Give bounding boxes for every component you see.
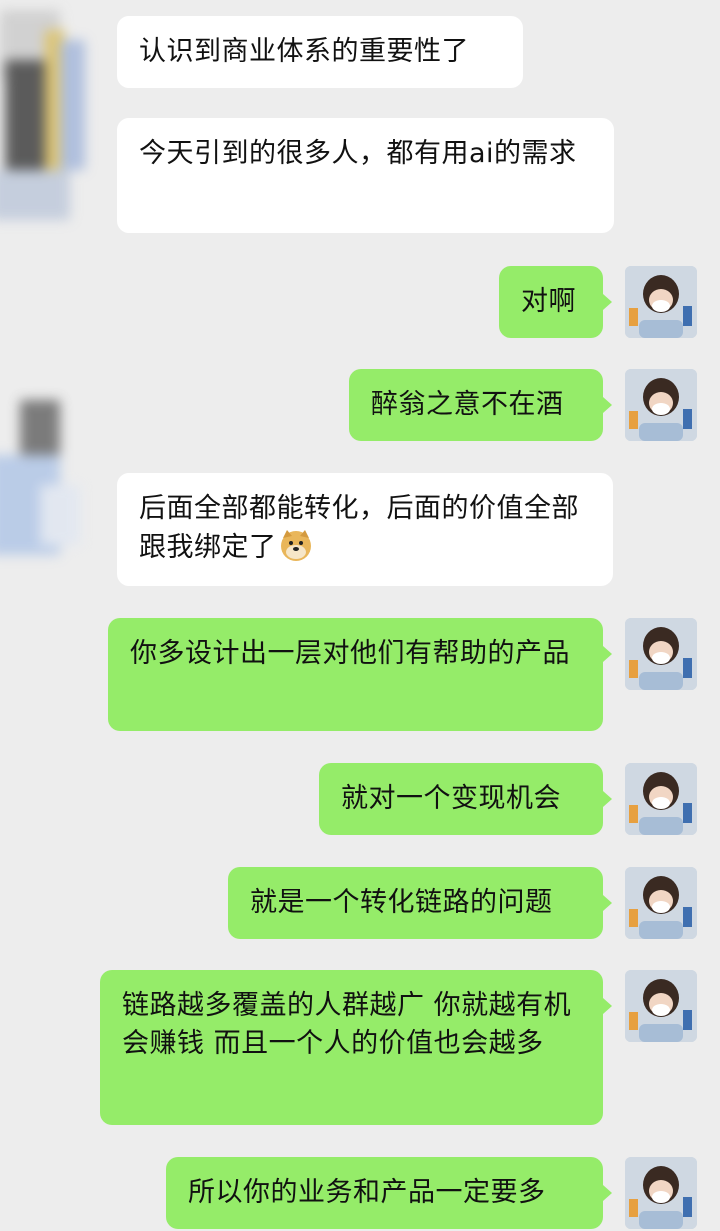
message-bubble-outgoing[interactable]: 醉翁之意不在酒 <box>349 369 603 441</box>
user-avatar-icon[interactable] <box>625 867 697 939</box>
bubble-tail <box>603 1185 612 1201</box>
message-text: 链路越多覆盖的人群越广 你就越有机会赚钱 而且一个人的价值也会越多 <box>122 990 572 1059</box>
user-avatar-icon[interactable] <box>625 763 697 835</box>
contact-avatar-icon <box>0 400 80 555</box>
message-bubble-outgoing[interactable]: 对啊 <box>499 266 603 338</box>
user-avatar-icon[interactable] <box>625 369 697 441</box>
bubble-tail <box>603 646 612 662</box>
message-text: 今天引到的很多人，都有用ai的需求 <box>139 138 577 169</box>
message-text: 认识到商业体系的重要性了 <box>139 36 469 67</box>
message-bubble-outgoing[interactable]: 你多设计出一层对他们有帮助的产品 <box>108 618 603 731</box>
doge-emoji <box>280 530 311 561</box>
bubble-tail <box>603 998 612 1014</box>
message-text: 对啊 <box>521 286 576 317</box>
bubble-tail <box>603 397 612 413</box>
user-avatar-icon[interactable] <box>625 970 697 1042</box>
user-avatar-icon[interactable] <box>625 618 697 690</box>
message-text: 醉翁之意不在酒 <box>371 389 564 420</box>
bubble-tail <box>603 791 612 807</box>
message-bubble-incoming[interactable]: 后面全部都能转化，后面的价值全部跟我绑定了 <box>117 473 613 586</box>
message-text: 就对一个变现机会 <box>341 783 561 814</box>
user-avatar-icon[interactable] <box>625 1157 697 1229</box>
chat-area[interactable]: 认识到商业体系的重要性了 今天引到的很多人，都有用ai的需求 对啊 醉翁之意不在… <box>0 0 720 1231</box>
user-avatar-icon[interactable] <box>625 266 697 338</box>
message-bubble-outgoing[interactable]: 就是一个转化链路的问题 <box>228 867 603 939</box>
message-bubble-incoming[interactable]: 今天引到的很多人，都有用ai的需求 <box>117 118 614 233</box>
message-text: 就是一个转化链路的问题 <box>250 887 553 918</box>
message-bubble-outgoing[interactable]: 链路越多覆盖的人群越广 你就越有机会赚钱 而且一个人的价值也会越多 <box>100 970 603 1125</box>
contact-avatar-icon <box>0 10 85 220</box>
message-bubble-outgoing[interactable]: 所以你的业务和产品一定要多 <box>166 1157 603 1229</box>
bubble-tail <box>603 294 612 310</box>
message-text: 所以你的业务和产品一定要多 <box>188 1177 546 1208</box>
bubble-tail <box>603 895 612 911</box>
message-bubble-outgoing[interactable]: 就对一个变现机会 <box>319 763 603 835</box>
message-text: 你多设计出一层对他们有帮助的产品 <box>130 638 570 669</box>
message-bubble-incoming[interactable]: 认识到商业体系的重要性了 <box>117 16 523 88</box>
message-text: 后面全部都能转化，后面的价值全部跟我绑定了 <box>139 493 579 563</box>
